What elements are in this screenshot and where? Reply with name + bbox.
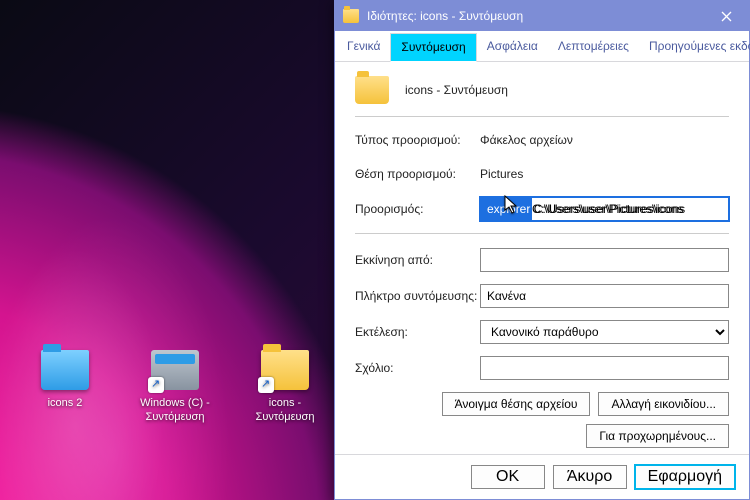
desktop-icon-label: icons 2	[20, 396, 110, 410]
shortcut-name: icons - Συντόμευση	[405, 83, 508, 97]
folder-icon	[343, 9, 359, 23]
desktop-icon-label: icons - Συντόμευση	[240, 396, 330, 425]
change-icon-button[interactable]: Αλλαγή εικονιδίου...	[598, 392, 729, 416]
folder-icon	[41, 350, 89, 390]
run-label: Εκτέλεση:	[355, 325, 480, 339]
shortcut-key-label: Πλήκτρο συντόμευσης:	[355, 289, 480, 303]
desktop-icon-windows-c[interactable]: Windows (C) - Συντόμευση	[130, 350, 220, 425]
desktop-icon-icons2[interactable]: icons 2	[20, 350, 110, 425]
desktop-icon-label: Windows (C) - Συντόμευση	[130, 396, 220, 425]
comment-input[interactable]	[480, 356, 729, 380]
shortcut-key-input[interactable]	[480, 284, 729, 308]
shortcut-overlay-icon	[258, 377, 274, 393]
ok-button[interactable]: OK	[471, 465, 545, 489]
open-file-location-button[interactable]: Άνοιγμα θέσης αρχείου	[442, 392, 591, 416]
run-select[interactable]: Κανονικό παράθυρο	[480, 320, 729, 344]
tab-shortcut[interactable]: Συντόμευση	[390, 33, 476, 62]
window-title: Ιδιότητες: icons - Συντόμευση	[367, 9, 703, 23]
tab-security[interactable]: Ασφάλεια	[477, 33, 548, 61]
target-location-value: Pictures	[480, 167, 729, 181]
tab-strip: Γενικά Συντόμευση Ασφάλεια Λεπτομέρειες …	[335, 31, 749, 62]
desktop-icons-group: icons 2 Windows (C) - Συντόμευση icons -…	[20, 350, 330, 425]
target-type-label: Τύπος προορισμού:	[355, 133, 480, 147]
drive-icon	[151, 350, 199, 390]
desktop-icon-icons-shortcut[interactable]: icons - Συντόμευση	[240, 350, 330, 425]
start-in-label: Εκκίνηση από:	[355, 253, 480, 267]
comment-label: Σχόλιο:	[355, 361, 480, 375]
apply-button[interactable]: Εφαρμογή	[635, 465, 735, 489]
dialog-body: icons - Συντόμευση Τύπος προορισμού: Φάκ…	[335, 62, 749, 454]
tab-details[interactable]: Λεπτομέρειες	[548, 33, 639, 61]
target-type-value: Φάκελος αρχείων	[480, 133, 729, 147]
folder-icon	[261, 350, 309, 390]
folder-icon	[355, 76, 389, 104]
dialog-footer: OK Άκυρο Εφαρμογή	[335, 454, 749, 499]
shortcut-overlay-icon	[148, 377, 164, 393]
start-in-input[interactable]	[480, 248, 729, 272]
tab-previous-versions[interactable]: Προηγούμενες εκδόσεις	[639, 33, 750, 61]
close-button[interactable]	[703, 1, 749, 31]
advanced-button[interactable]: Για προχωρημένους...	[586, 424, 729, 448]
separator	[355, 233, 729, 234]
properties-dialog: Ιδιότητες: icons - Συντόμευση Γενικά Συν…	[334, 0, 750, 500]
titlebar[interactable]: Ιδιότητες: icons - Συντόμευση	[335, 1, 749, 31]
close-icon	[721, 11, 732, 22]
target-location-label: Θέση προορισμού:	[355, 167, 480, 181]
cancel-button[interactable]: Άκυρο	[553, 465, 627, 489]
tab-general[interactable]: Γενικά	[337, 33, 390, 61]
target-label: Προορισμός:	[355, 202, 480, 216]
target-input[interactable]	[480, 197, 729, 221]
